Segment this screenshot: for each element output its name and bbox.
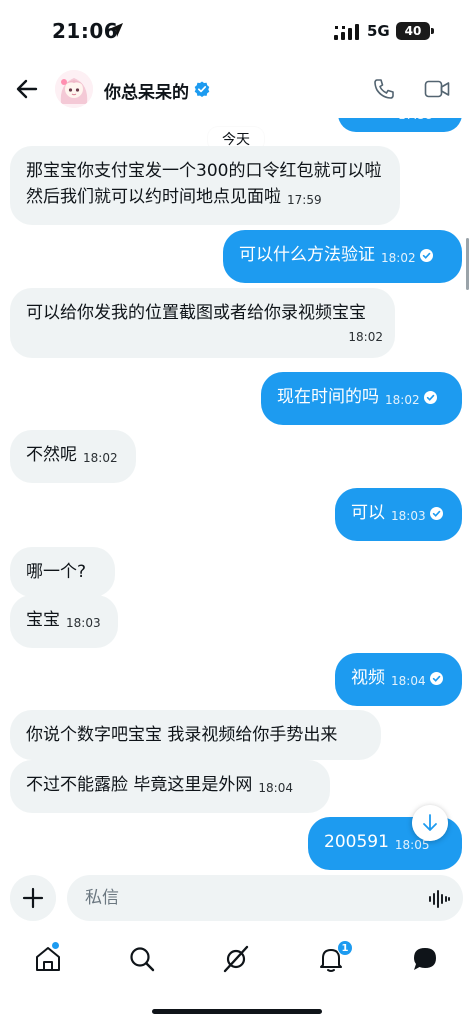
message-time: 18:02	[381, 251, 416, 265]
voice-waveform-icon[interactable]	[428, 889, 450, 909]
message-bubble-outgoing[interactable]: 可以什么方法验证 18:02	[223, 230, 462, 283]
contact-name[interactable]: 你总呆呆的	[104, 78, 189, 103]
avatar[interactable]	[55, 70, 93, 108]
add-attachment-button[interactable]	[10, 875, 56, 921]
video-camera-icon[interactable]	[424, 78, 450, 100]
back-arrow-icon[interactable]	[14, 76, 40, 102]
bottom-nav: 1	[0, 936, 473, 986]
message-time: 17:59	[287, 193, 322, 207]
signal-icon	[334, 24, 359, 40]
message-text: 你说个数字吧宝宝 我录视频给你手势出来	[26, 725, 338, 745]
read-check-icon	[423, 391, 437, 404]
read-check-icon	[429, 672, 443, 685]
message-text: 可以给你发我的位置截图或者给你录视频宝宝	[26, 303, 366, 323]
message-input[interactable]	[67, 875, 463, 921]
message-text: 视频	[351, 668, 385, 688]
message-time: 18:03	[391, 509, 426, 523]
home-icon[interactable]	[33, 944, 63, 974]
message-time: 18:03	[66, 616, 101, 630]
message-text: 不过不能露脸 毕竟这里是外网	[26, 775, 253, 795]
message-bubble-outgoing[interactable]: 现在时间的吗 18:02	[261, 372, 462, 425]
verified-badge-icon	[194, 81, 210, 97]
message-time: 18:02	[83, 451, 118, 465]
message-time: 18:02	[348, 330, 383, 344]
message-text: 哪一个?	[26, 562, 87, 582]
chat-header: 你总呆呆的	[0, 60, 473, 118]
location-arrow-icon	[109, 23, 123, 37]
message-bubble-outgoing[interactable]: 可以 17:58	[338, 118, 462, 132]
read-check-icon	[429, 507, 443, 520]
status-bar: 21:06 5G 40	[0, 0, 473, 60]
messages-icon[interactable]	[410, 944, 440, 974]
message-list[interactable]: 可以 17:58 今天 那宝宝你支付宝发一个300的口令红包就可以啦 然后我们就…	[0, 118, 473, 870]
message-time: 17:58	[398, 118, 433, 128]
message-time: 18:04	[391, 674, 426, 688]
message-bubble-incoming[interactable]: 可以给你发我的位置截图或者给你录视频宝宝 18:02	[10, 288, 395, 358]
message-bubble-outgoing[interactable]: 视频 18:04	[335, 653, 462, 706]
message-text: 不然呢	[26, 445, 77, 465]
message-text: 宝宝	[26, 610, 60, 630]
scrollbar-thumb[interactable]	[466, 238, 469, 290]
message-bubble-incoming[interactable]: 那宝宝你支付宝发一个300的口令红包就可以啦 然后我们就可以约时间地点见面啦 17…	[10, 146, 400, 225]
message-bubble-incoming[interactable]: 不过不能露脸 毕竟这里是外网 18:04	[10, 760, 330, 813]
search-icon[interactable]	[127, 944, 157, 974]
network-type: 5G	[367, 22, 390, 40]
message-bubble-outgoing[interactable]: 可以 18:03	[335, 488, 462, 541]
message-text: 可以什么方法验证	[239, 245, 375, 265]
message-bubble-incoming[interactable]: 宝宝 18:03	[10, 595, 118, 648]
grok-icon[interactable]	[221, 944, 251, 974]
message-bubble-incoming[interactable]: 哪一个?	[10, 547, 115, 597]
home-unread-dot	[52, 942, 59, 949]
message-time: 18:02	[385, 393, 420, 407]
home-indicator	[152, 1009, 322, 1014]
scroll-to-bottom-button[interactable]	[412, 805, 448, 841]
notification-count-badge: 1	[337, 940, 353, 956]
message-bubble-incoming[interactable]: 你说个数字吧宝宝 我录视频给你手势出来	[10, 710, 381, 760]
message-text: 现在时间的吗	[277, 387, 379, 407]
message-time: 18:04	[258, 781, 293, 795]
message-text: 200591	[324, 832, 389, 852]
phone-icon[interactable]	[372, 77, 396, 101]
message-text: 那宝宝你支付宝发一个300的口令红包就可以啦 然后我们就可以约时间地点见面啦	[26, 161, 382, 207]
message-text: 可以	[351, 503, 385, 523]
message-bubble-incoming[interactable]: 不然呢 18:02	[10, 430, 136, 483]
battery-icon: 40	[396, 22, 434, 40]
message-composer	[0, 870, 473, 928]
read-check-icon	[419, 249, 433, 262]
message-text: 可以	[354, 118, 388, 124]
